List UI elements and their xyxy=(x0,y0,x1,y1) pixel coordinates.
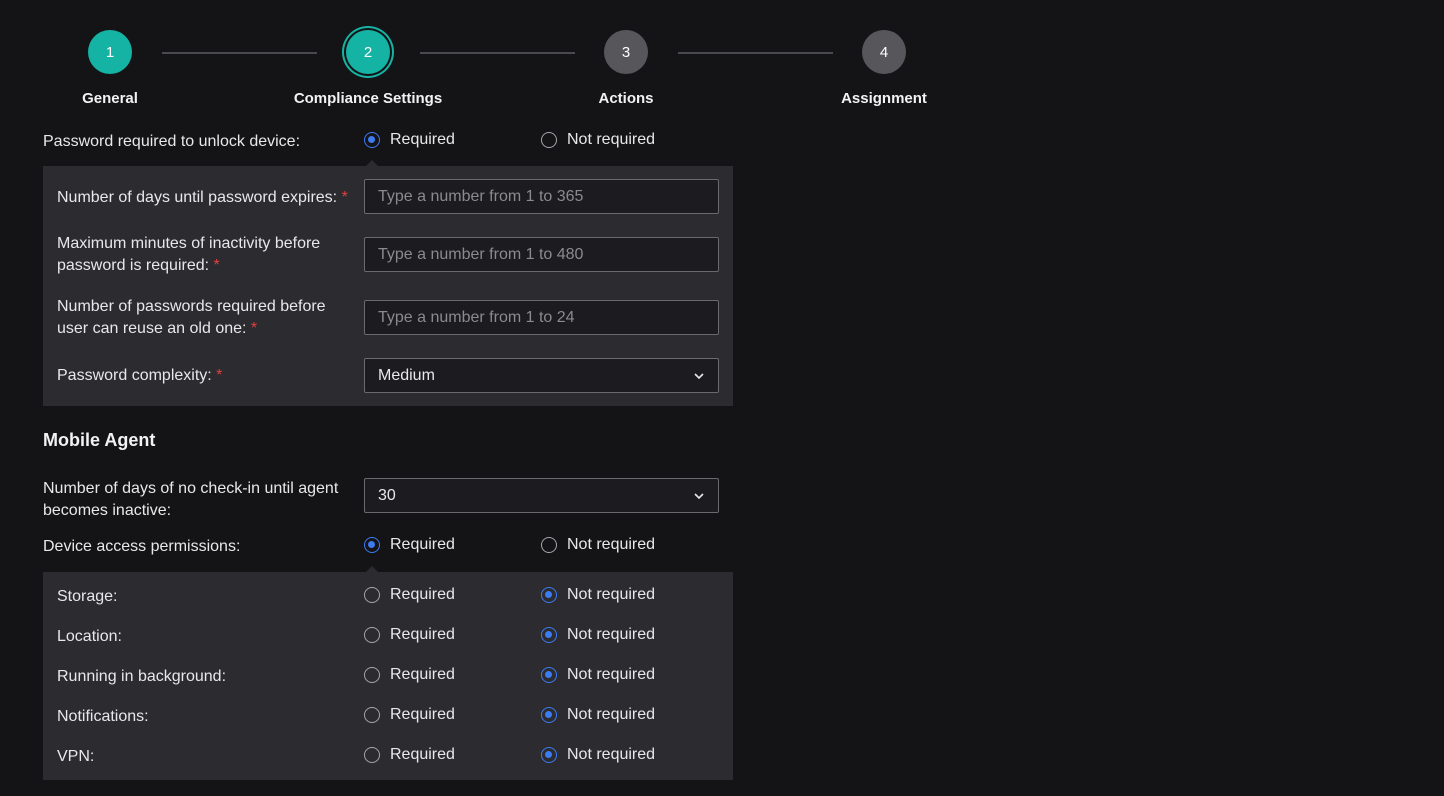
radio-unselected-icon xyxy=(364,747,380,763)
radio-selected-icon xyxy=(541,587,557,603)
radio-unselected-icon xyxy=(364,707,380,723)
radio-label: Not required xyxy=(567,626,656,643)
radio-label: Required xyxy=(390,536,455,553)
radio-unselected-icon xyxy=(364,587,380,603)
radio-label: Not required xyxy=(567,131,656,148)
radio-selected-icon xyxy=(541,747,557,763)
password-not-required-radio[interactable]: Not required xyxy=(541,131,655,149)
permissions-required-radio[interactable]: Required xyxy=(364,536,455,554)
password-expires-label: Number of days until password expires: * xyxy=(57,189,348,206)
notifications-not-required-radio[interactable]: Not required xyxy=(541,706,655,724)
radio-selected-icon xyxy=(364,132,380,148)
permissions-not-required-radio[interactable]: Not required xyxy=(541,536,655,554)
permission-label-notifications: Notifications: xyxy=(57,708,149,725)
radio-selected-icon xyxy=(541,667,557,683)
checkin-days-select[interactable]: 30 xyxy=(364,478,719,513)
radio-label: Required xyxy=(390,586,455,603)
password-complexity-select[interactable]: Medium xyxy=(364,358,719,393)
password-complexity-label: Password complexity: * xyxy=(57,367,223,384)
radio-selected-icon xyxy=(541,707,557,723)
step-number: 4 xyxy=(862,30,906,74)
permission-label-vpn: VPN: xyxy=(57,748,95,765)
inactivity-label: Maximum minutes of inactivity before pas… xyxy=(57,235,321,274)
permission-label-location: Location: xyxy=(57,628,122,645)
stepper: 1 General 2 Compliance Settings 3 Action… xyxy=(0,0,1000,110)
select-value: 30 xyxy=(378,486,396,504)
background-required-radio[interactable]: Required xyxy=(364,666,455,684)
chevron-down-icon xyxy=(694,492,704,499)
checkin-label: Number of days of no check-in until agen… xyxy=(43,480,339,519)
radio-unselected-icon xyxy=(364,667,380,683)
radio-label: Not required xyxy=(567,746,656,763)
step-label: Assignment xyxy=(841,90,927,107)
select-value: Medium xyxy=(378,366,435,384)
step-number: 2 xyxy=(346,30,390,74)
radio-label: Required xyxy=(390,131,455,148)
step-compliance-settings[interactable]: 2 Compliance Settings xyxy=(268,30,468,107)
radio-label: Not required xyxy=(567,586,656,603)
step-assignment[interactable]: 4 Assignment xyxy=(784,30,984,107)
radio-selected-icon xyxy=(364,537,380,553)
notifications-required-radio[interactable]: Required xyxy=(364,706,455,724)
location-not-required-radio[interactable]: Not required xyxy=(541,626,655,644)
password-expires-input[interactable] xyxy=(364,179,719,214)
permission-label-storage: Storage: xyxy=(57,588,118,605)
radio-label: Required xyxy=(390,666,455,683)
step-number: 1 xyxy=(88,30,132,74)
password-required-radio[interactable]: Required xyxy=(364,131,455,149)
password-required-label: Password required to unlock device: xyxy=(43,133,301,150)
vpn-required-radio[interactable]: Required xyxy=(364,746,455,764)
radio-label: Required xyxy=(390,746,455,763)
vpn-not-required-radio[interactable]: Not required xyxy=(541,746,655,764)
radio-label: Not required xyxy=(567,536,656,553)
radio-unselected-icon xyxy=(364,627,380,643)
step-general[interactable]: 1 General xyxy=(10,30,210,107)
step-label: General xyxy=(82,90,138,107)
radio-unselected-icon xyxy=(541,132,557,148)
permission-label-background: Running in background: xyxy=(57,668,227,685)
step-label: Actions xyxy=(598,90,654,107)
password-reuse-label: Number of passwords required before user… xyxy=(57,298,326,337)
radio-label: Not required xyxy=(567,706,656,723)
section-title-mobile-agent: Mobile Agent xyxy=(43,430,156,450)
radio-label: Required xyxy=(390,626,455,643)
step-actions[interactable]: 3 Actions xyxy=(526,30,726,107)
inactivity-minutes-input[interactable] xyxy=(364,237,719,272)
background-not-required-radio[interactable]: Not required xyxy=(541,666,655,684)
device-permissions-label: Device access permissions: xyxy=(43,538,241,555)
step-number: 3 xyxy=(604,30,648,74)
storage-required-radio[interactable]: Required xyxy=(364,586,455,604)
radio-unselected-icon xyxy=(541,537,557,553)
location-required-radio[interactable]: Required xyxy=(364,626,455,644)
radio-label: Required xyxy=(390,706,455,723)
password-reuse-input[interactable] xyxy=(364,300,719,335)
step-label: Compliance Settings xyxy=(293,90,443,107)
storage-not-required-radio[interactable]: Not required xyxy=(541,586,655,604)
chevron-down-icon xyxy=(694,372,704,379)
radio-selected-icon xyxy=(541,627,557,643)
radio-label: Not required xyxy=(567,666,656,683)
